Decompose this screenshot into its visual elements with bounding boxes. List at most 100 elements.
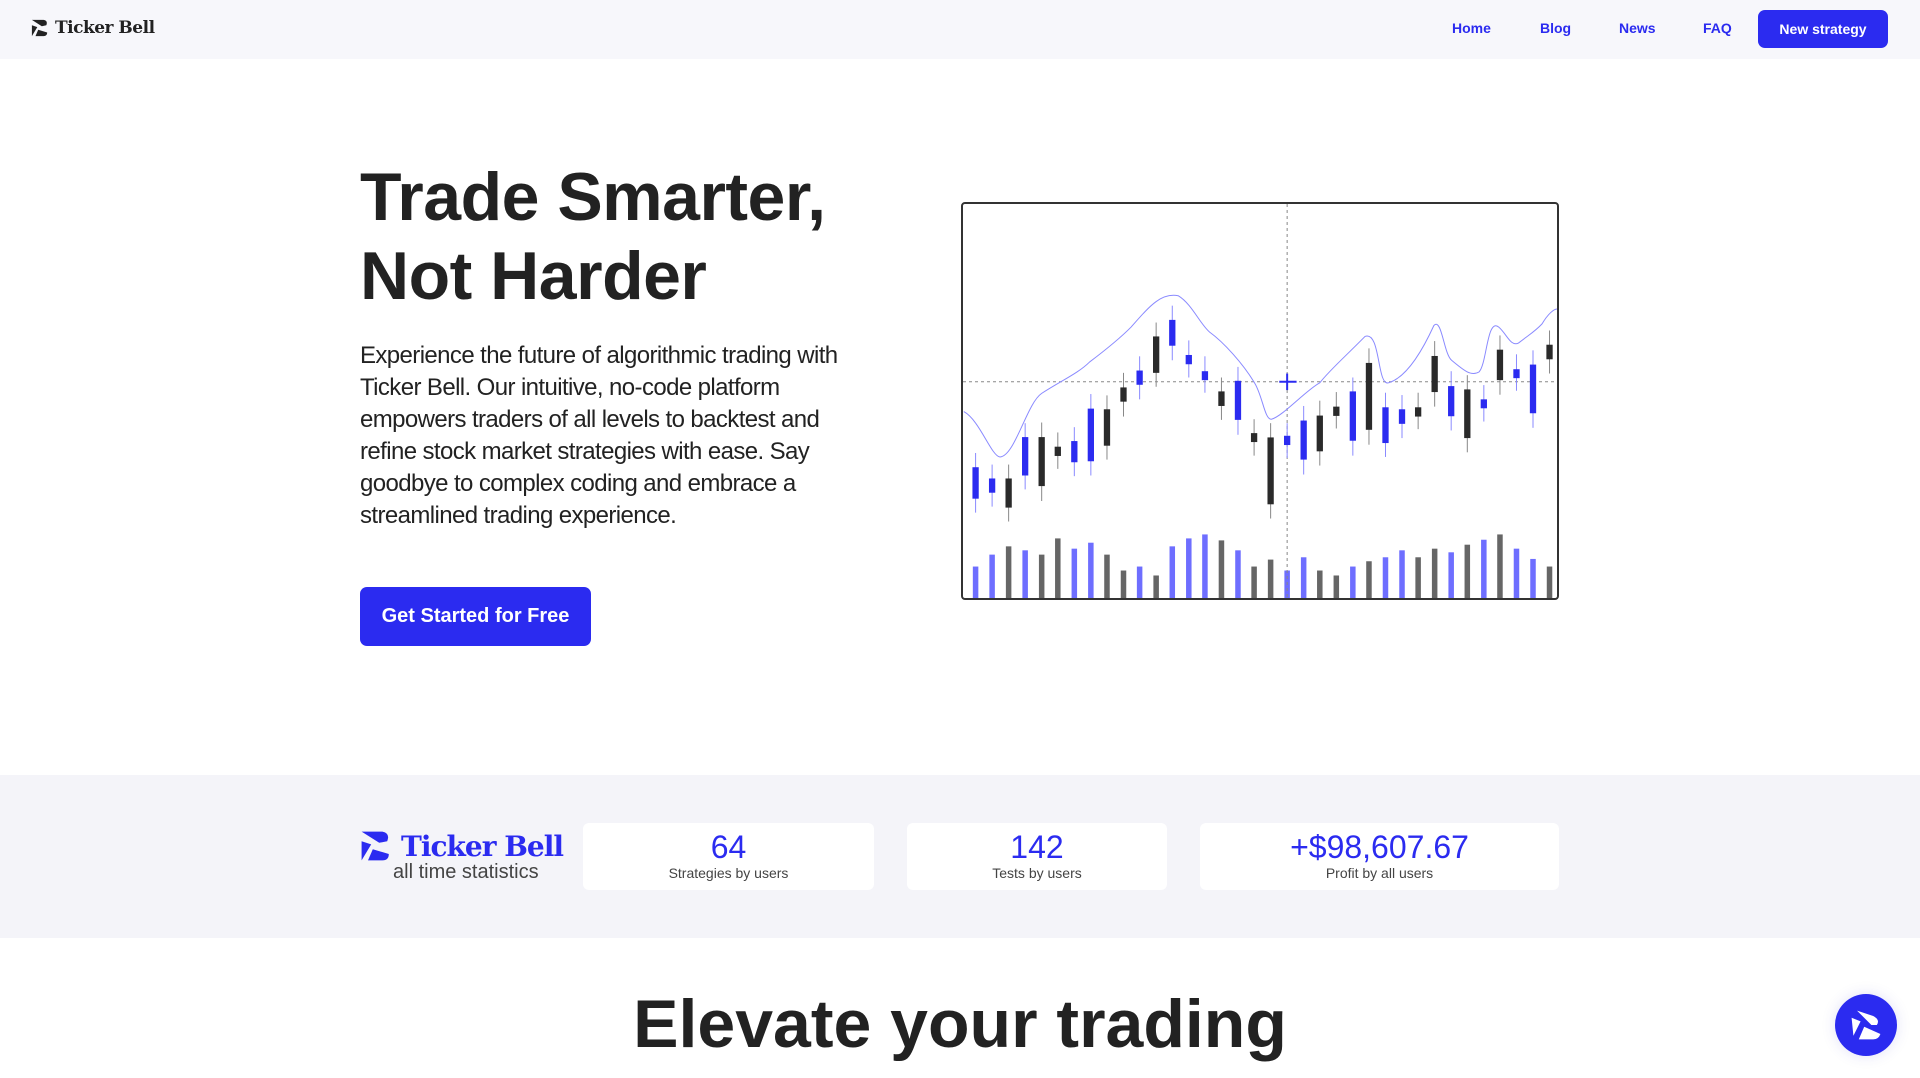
nav-blog[interactable]: Blog — [1540, 20, 1571, 36]
hero-title: Trade Smarter, Not Harder — [360, 158, 826, 316]
stats-brand-name: Ticker Bell — [401, 830, 564, 863]
candle-body — [1382, 407, 1389, 444]
volume-bar — [1464, 544, 1471, 598]
volume-bar — [1530, 558, 1536, 598]
candle-body — [988, 478, 996, 493]
candle-body — [1448, 386, 1455, 417]
volume-bar — [1104, 554, 1110, 598]
candle-body — [1234, 380, 1242, 420]
hero-title-line-2: Not Harder — [360, 238, 707, 314]
volume-bar — [1399, 550, 1405, 598]
ticker-bell-logo-icon — [31, 19, 48, 37]
volume-bar — [1251, 566, 1257, 598]
volume-bar — [1431, 548, 1438, 598]
candle-body — [1316, 415, 1323, 452]
nav-faq[interactable]: FAQ — [1703, 20, 1732, 36]
candle-body — [1431, 355, 1438, 393]
stat-value: +$98,607.67 — [1290, 829, 1469, 865]
volume-bar — [989, 554, 995, 598]
stat-label: Strategies by users — [668, 865, 789, 881]
volume-bar — [1366, 561, 1372, 598]
candle-body — [1169, 319, 1176, 346]
candle-body — [1300, 420, 1307, 460]
candle-body — [1513, 369, 1520, 379]
volume-bar — [972, 566, 979, 598]
candle-body — [972, 467, 979, 499]
candle-body — [1054, 446, 1061, 456]
brand-logo[interactable]: Ticker Bell — [31, 18, 155, 38]
candle-body — [1071, 441, 1078, 463]
ticker-bell-logo-icon — [1851, 1010, 1881, 1040]
volume-bar — [1055, 538, 1061, 598]
volume-bar — [1088, 542, 1094, 598]
volume-bar — [1497, 534, 1503, 598]
candle-body — [1349, 391, 1356, 441]
candle-body — [1496, 349, 1504, 381]
new-strategy-button[interactable]: New strategy — [1758, 10, 1888, 48]
candle-body — [1365, 362, 1373, 430]
stat-card-profit: +$98,607.67 Profit by all users — [1200, 823, 1559, 890]
get-started-button[interactable]: Get Started for Free — [360, 587, 591, 646]
candle-body — [1038, 437, 1045, 487]
volume-bar — [1038, 554, 1045, 598]
hero-description: Experience the future of algorithmic tra… — [360, 342, 838, 529]
candle-body — [1022, 437, 1029, 476]
volume-bar — [1153, 575, 1159, 598]
hero-candlestick-illustration — [961, 202, 1559, 600]
stat-card-tests: 142 Tests by users — [907, 823, 1167, 890]
candle-body — [1005, 478, 1012, 508]
nav-home[interactable]: Home — [1452, 20, 1491, 36]
volume-bar — [1136, 566, 1143, 598]
section-title: Elevate your trading — [633, 986, 1287, 1062]
volume-bar — [1022, 550, 1028, 598]
nav-news[interactable]: News — [1619, 20, 1656, 36]
volume-bar — [1481, 539, 1487, 598]
candle-body — [1480, 399, 1487, 409]
volume-bar — [1300, 557, 1307, 598]
ticker-bell-logo-icon — [361, 831, 389, 861]
candle-body — [1250, 433, 1258, 443]
header: Ticker Bell Home Blog News FAQ New strat… — [0, 0, 1920, 59]
candle-body — [1136, 370, 1143, 385]
volume-bar — [1071, 548, 1078, 598]
volume-bar — [1513, 548, 1520, 598]
chat-launcher-button[interactable] — [1835, 994, 1897, 1056]
candle-body — [1185, 354, 1192, 365]
candlestick-chart-svg — [963, 204, 1557, 598]
volume-bar — [1169, 546, 1176, 598]
brand-name: Ticker Bell — [55, 18, 155, 38]
volume-bar — [1415, 557, 1421, 598]
volume-bar — [1186, 538, 1192, 598]
candle-body — [1218, 391, 1225, 406]
candle-body — [1546, 344, 1553, 360]
volume-bar — [1382, 557, 1389, 598]
stats-subtitle: all time statistics — [393, 861, 539, 883]
stat-label: Tests by users — [992, 865, 1082, 881]
candle-body — [1120, 387, 1127, 402]
stat-card-strategies: 64 Strategies by users — [583, 823, 874, 890]
candle-body — [1153, 336, 1160, 373]
volume-bar — [1235, 550, 1241, 598]
volume-bar — [1546, 566, 1553, 598]
candle-body — [1283, 435, 1291, 446]
candle-body — [1464, 389, 1471, 439]
candle-body — [1087, 408, 1094, 462]
volume-bar — [1333, 575, 1340, 598]
volume-bar — [1350, 566, 1356, 598]
stat-label: Profit by all users — [1325, 865, 1434, 881]
volume-bar — [1317, 570, 1323, 598]
volume-bar — [1120, 570, 1127, 598]
volume-bar — [1005, 546, 1012, 598]
stat-value: 64 — [710, 829, 747, 865]
candle-body — [1414, 407, 1422, 417]
hero-title-line-1: Trade Smarter, — [360, 159, 826, 235]
volume-bar — [1448, 552, 1454, 598]
candle-body — [1529, 364, 1537, 414]
candle-body — [1267, 437, 1274, 505]
candle-body — [1201, 371, 1209, 381]
candle-body — [1103, 409, 1111, 446]
stat-value: 142 — [1010, 829, 1064, 865]
volume-bar — [1202, 534, 1208, 598]
volume-bar — [1218, 540, 1225, 598]
volume-bar — [1267, 559, 1274, 598]
